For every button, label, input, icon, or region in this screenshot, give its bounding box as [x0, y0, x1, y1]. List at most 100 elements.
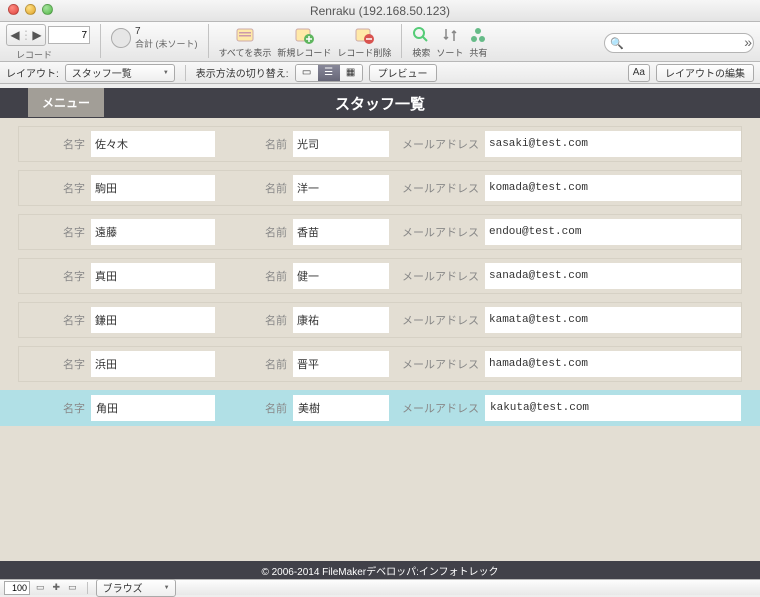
- search-input[interactable]: [604, 33, 754, 53]
- layout-selector[interactable]: スタッフ一覧: [65, 64, 175, 82]
- found-set-group: 7 合計 (未ソート): [111, 24, 198, 50]
- given-field[interactable]: [293, 131, 389, 157]
- family-field[interactable]: [91, 307, 215, 333]
- staff-row[interactable]: 名字 名前 メールアドレス: [18, 126, 742, 162]
- email-field[interactable]: [485, 307, 741, 333]
- close-window-button[interactable]: [8, 4, 19, 15]
- next-record-button[interactable]: ▶: [29, 25, 45, 45]
- pie-chart-icon[interactable]: [111, 28, 131, 48]
- record-number-input[interactable]: [48, 26, 90, 44]
- sort-button[interactable]: ソート: [436, 24, 463, 59]
- show-all-button[interactable]: すべてを表示: [219, 24, 272, 59]
- separator: [208, 24, 209, 58]
- family-field[interactable]: [91, 175, 215, 201]
- given-field[interactable]: [293, 263, 389, 289]
- toolbar-overflow-button[interactable]: »: [744, 34, 752, 50]
- family-label: 名字: [19, 136, 91, 152]
- status-bar: ▭ ✚ ▭ ブラウズ: [0, 579, 760, 595]
- email-field[interactable]: [485, 131, 741, 157]
- email-label: メールアドレス: [389, 180, 485, 196]
- edit-layout-button[interactable]: レイアウトの編集: [656, 64, 754, 82]
- separator: [87, 582, 88, 594]
- given-field[interactable]: [293, 307, 389, 333]
- staff-row[interactable]: 名字 名前 メールアドレス: [18, 302, 742, 338]
- staff-row[interactable]: 名字 名前 メールアドレス: [18, 258, 742, 294]
- given-field[interactable]: [293, 395, 389, 421]
- zoom-input[interactable]: [4, 581, 30, 595]
- family-field[interactable]: [91, 395, 215, 421]
- given-label: 名前: [215, 268, 293, 284]
- layout-bar: レイアウト: スタッフ一覧 表示方法の切り替え: ▭ ☰ ▦ プレビュー Aa …: [0, 62, 760, 84]
- total-count: 7: [135, 26, 198, 37]
- family-field[interactable]: [91, 263, 215, 289]
- email-field[interactable]: [485, 219, 741, 245]
- email-field[interactable]: [485, 263, 741, 289]
- delete-record-button[interactable]: レコード削除: [337, 24, 391, 59]
- family-label: 名字: [19, 356, 91, 372]
- email-label: メールアドレス: [389, 400, 485, 416]
- given-label: 名前: [215, 180, 293, 196]
- search-box: 🔍: [604, 33, 754, 53]
- share-button[interactable]: 共有: [469, 24, 487, 59]
- record-navigator: ◀ ⋮ ▶ レコード: [6, 24, 90, 61]
- zoom-out-icon[interactable]: ▭: [34, 582, 47, 593]
- window-title: Renraku (192.168.50.123): [310, 4, 450, 18]
- page-title: スタッフ一覧: [335, 93, 425, 114]
- layout-label: レイアウト:: [6, 65, 59, 80]
- footer-bar: © 2006-2014 FileMakerデベロッパ:インフォトレック: [0, 561, 760, 579]
- family-label: 名字: [19, 312, 91, 328]
- family-field[interactable]: [91, 131, 215, 157]
- family-field[interactable]: [91, 351, 215, 377]
- family-field[interactable]: [91, 219, 215, 245]
- lock-icon[interactable]: ▭: [66, 582, 79, 593]
- content-area: メニュー スタッフ一覧 名字名前メールアドレス名字名前メールアドレス名字名前メー…: [0, 88, 760, 579]
- zoom-window-button[interactable]: [42, 4, 53, 15]
- given-label: 名前: [215, 224, 293, 240]
- page-header: メニュー スタッフ一覧: [0, 88, 760, 118]
- view-table-button[interactable]: ▦: [340, 65, 362, 81]
- given-field[interactable]: [293, 219, 389, 245]
- main-toolbar: ◀ ⋮ ▶ レコード 7 合計 (未ソート) すべてを表示 新規レコード レコー…: [0, 22, 760, 62]
- separator: [401, 24, 402, 58]
- email-field[interactable]: [485, 395, 741, 421]
- given-label: 名前: [215, 136, 293, 152]
- separator: [185, 65, 186, 81]
- menu-tab[interactable]: メニュー: [28, 88, 104, 117]
- view-list-button[interactable]: ☰: [318, 65, 340, 81]
- email-label: メールアドレス: [389, 268, 485, 284]
- given-field[interactable]: [293, 175, 389, 201]
- view-form-button[interactable]: ▭: [296, 65, 318, 81]
- viewmode-label: 表示方法の切り替え:: [196, 65, 289, 80]
- zoom-in-icon[interactable]: ✚: [51, 582, 63, 593]
- window-titlebar: Renraku (192.168.50.123): [0, 0, 760, 22]
- email-label: メールアドレス: [389, 356, 485, 372]
- family-label: 名字: [19, 400, 91, 416]
- staff-row[interactable]: 名字 名前 メールアドレス: [0, 390, 760, 426]
- find-button[interactable]: 検索: [412, 24, 430, 59]
- email-field[interactable]: [485, 175, 741, 201]
- view-mode-segment: ▭ ☰ ▦: [295, 64, 363, 82]
- mode-selector[interactable]: ブラウズ: [96, 579, 176, 597]
- search-icon: 🔍: [610, 37, 624, 50]
- email-label: メールアドレス: [389, 224, 485, 240]
- email-label: メールアドレス: [389, 312, 485, 328]
- record-label: レコード: [6, 48, 52, 61]
- email-field[interactable]: [485, 351, 741, 377]
- minimize-window-button[interactable]: [25, 4, 36, 15]
- given-label: 名前: [215, 356, 293, 372]
- given-label: 名前: [215, 312, 293, 328]
- aa-button[interactable]: Aa: [628, 64, 650, 82]
- staff-row[interactable]: 名字 名前 メールアドレス: [18, 170, 742, 206]
- preview-button[interactable]: プレビュー: [369, 64, 437, 82]
- family-label: 名字: [19, 224, 91, 240]
- email-label: メールアドレス: [389, 136, 485, 152]
- given-label: 名前: [215, 400, 293, 416]
- traffic-lights: [8, 4, 53, 15]
- staff-row[interactable]: 名字 名前 メールアドレス: [18, 346, 742, 382]
- new-record-button[interactable]: 新規レコード: [277, 24, 331, 59]
- family-label: 名字: [19, 180, 91, 196]
- staff-row[interactable]: 名字 名前 メールアドレス: [18, 214, 742, 250]
- total-label: 合計 (未ソート): [135, 37, 198, 50]
- family-label: 名字: [19, 268, 91, 284]
- given-field[interactable]: [293, 351, 389, 377]
